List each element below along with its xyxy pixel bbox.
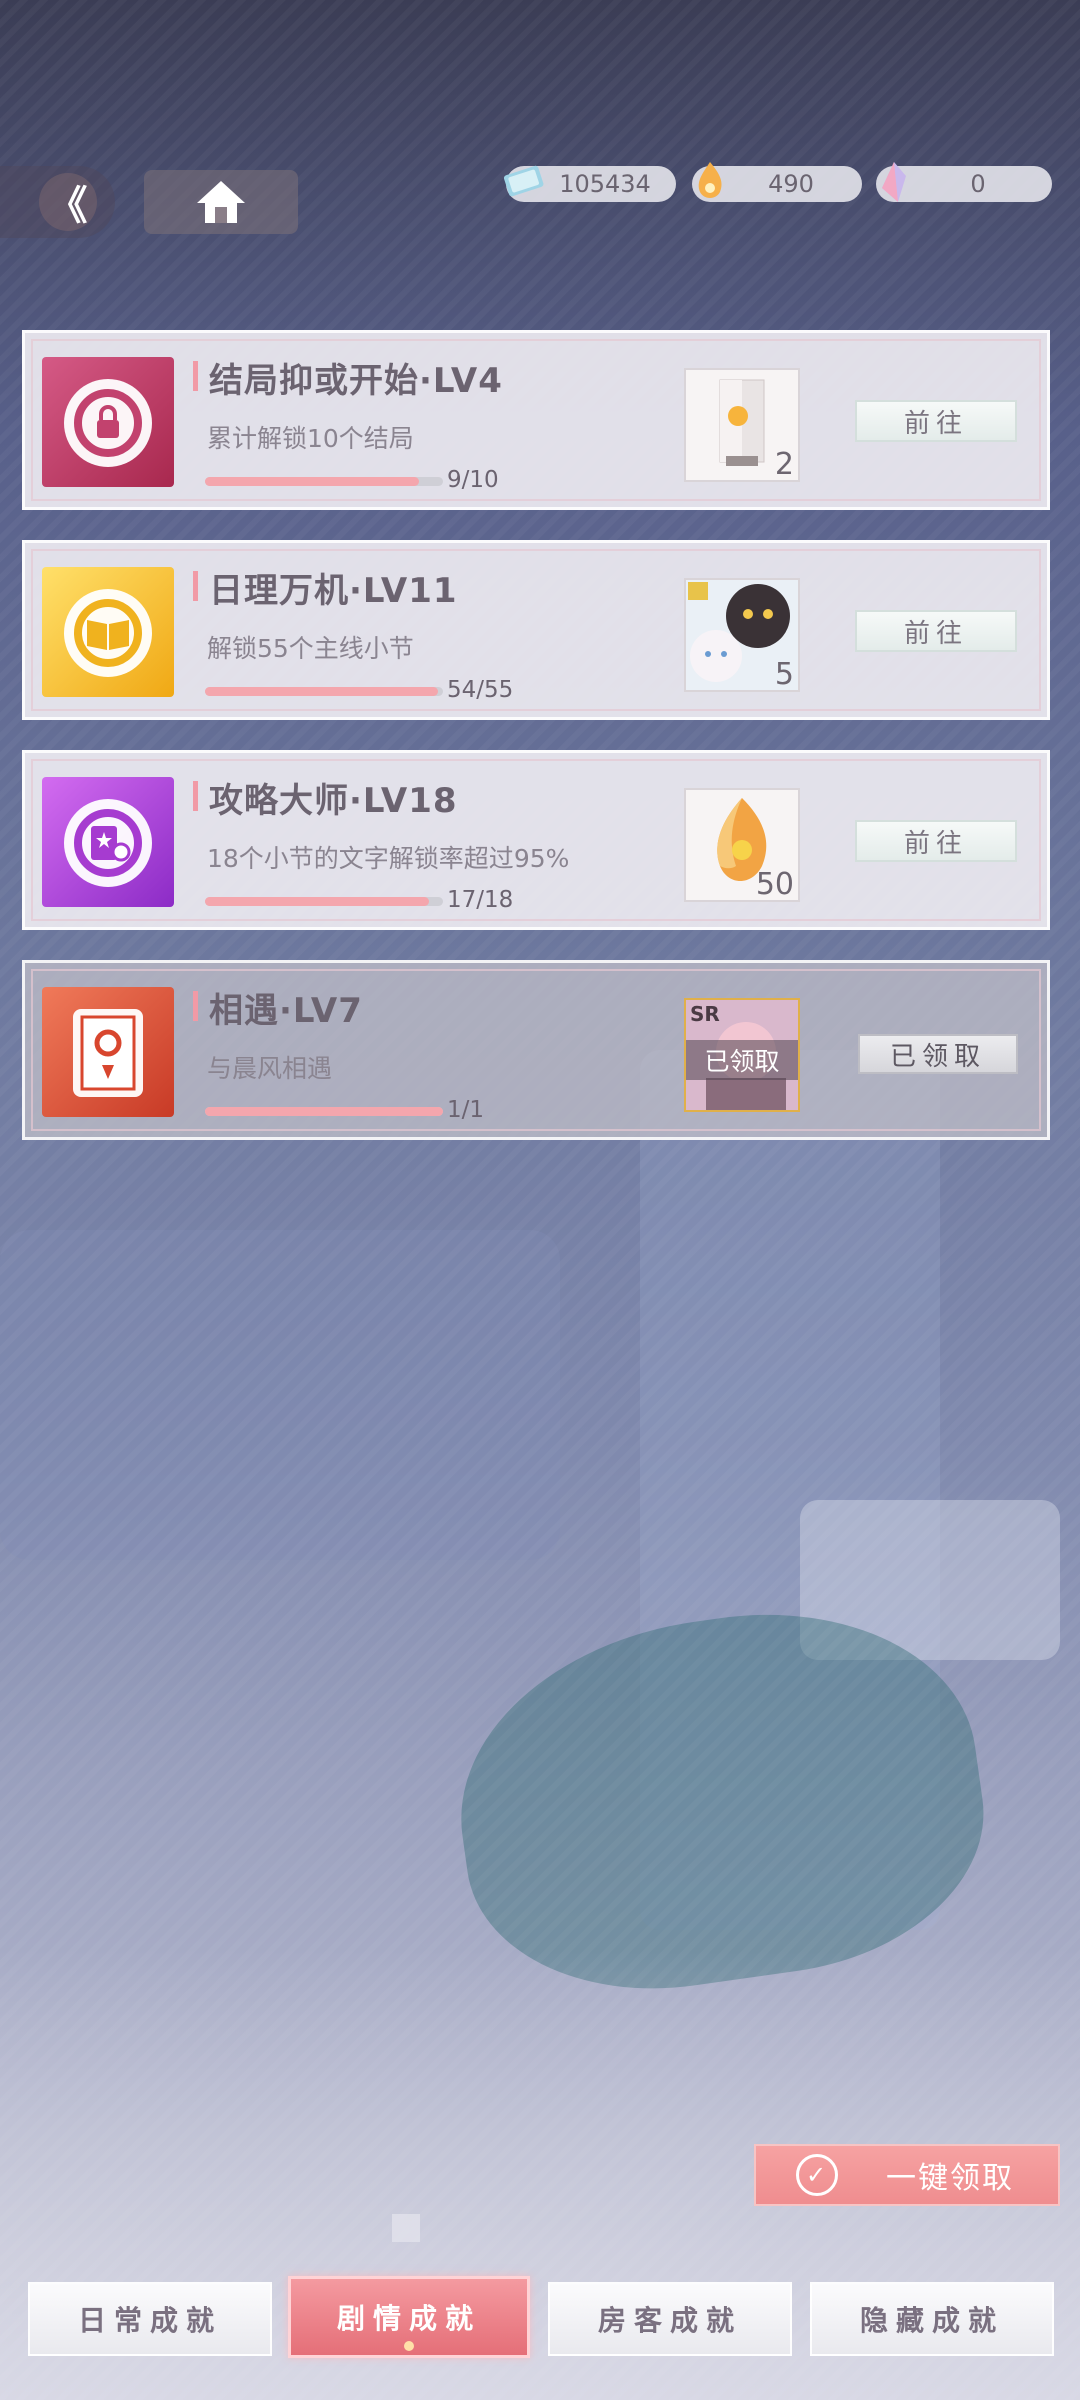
- back-button[interactable]: 《: [0, 166, 115, 238]
- spark-icon: [404, 2341, 414, 2351]
- progress-fill: [205, 687, 439, 696]
- currency-flame-gem[interactable]: 490: [692, 162, 862, 202]
- crystal-icon: [882, 162, 906, 202]
- achievement-card: 日理万机·LV11 解锁55个主线小节 54/55 5 前往: [22, 540, 1050, 720]
- reward-item[interactable]: 5: [684, 578, 800, 692]
- claimed-button: 已领取: [858, 1034, 1018, 1074]
- title-accent: [193, 781, 198, 811]
- progress-count: 54/55: [447, 677, 514, 703]
- achievement-desc: 解锁55个主线小节: [207, 634, 414, 663]
- progress-bar: [205, 477, 443, 486]
- achievement-desc: 与晨风相遇: [207, 1054, 333, 1083]
- reward-item[interactable]: 2: [684, 368, 800, 482]
- progress-count: 17/18: [447, 887, 514, 913]
- star-book-icon: [64, 799, 152, 887]
- go-button[interactable]: 前往: [855, 820, 1017, 862]
- progress-count: 9/10: [447, 467, 499, 493]
- achievement-card: 相遇·LV7 与晨风相遇 1/1 SR 已领取 已领取: [22, 960, 1050, 1140]
- home-button[interactable]: [144, 170, 298, 234]
- progress-fill: [205, 477, 420, 486]
- claimed-overlay: 已领取: [686, 1040, 798, 1080]
- reward-item[interactable]: 50: [684, 788, 800, 902]
- reward-quantity: 50: [755, 867, 794, 902]
- go-button[interactable]: 前往: [855, 610, 1017, 652]
- achievement-desc: 累计解锁10个结局: [207, 424, 414, 453]
- progress-bar: [205, 1107, 443, 1116]
- go-button[interactable]: 前往: [855, 400, 1017, 442]
- currency-ticket[interactable]: 105434: [503, 165, 676, 202]
- progress-count: 1/1: [447, 1097, 485, 1123]
- achievement-title: 相遇·LV7: [209, 991, 363, 1031]
- achievement-title: 结局抑或开始·LV4: [209, 361, 503, 401]
- tab-hidden[interactable]: 隐藏成就: [810, 2282, 1054, 2356]
- reward-quantity: 5: [774, 657, 794, 692]
- title-accent: [193, 571, 198, 601]
- title-accent: [193, 991, 198, 1021]
- tab-tenant[interactable]: 房客成就: [548, 2282, 792, 2356]
- claim-all-button[interactable]: ✓ 一键领取: [754, 2144, 1060, 2206]
- ticket-amount: 105434: [559, 170, 651, 198]
- achievement-badge: [42, 357, 174, 487]
- achievement-badge: [42, 987, 174, 1117]
- tab-story[interactable]: 剧情成就: [288, 2276, 530, 2358]
- flame-gem-icon: [698, 162, 722, 198]
- charm-icon: [73, 1009, 143, 1097]
- progress-fill: [205, 897, 429, 906]
- reward-item: SR 已领取: [684, 998, 800, 1112]
- home-icon: [197, 181, 245, 223]
- achievement-title: 日理万机·LV11: [209, 571, 458, 611]
- currency-crystal[interactable]: 0: [876, 162, 1052, 202]
- achievement-card: 结局抑或开始·LV4 累计解锁10个结局 9/10 2 前往: [22, 330, 1050, 510]
- achievement-badge: [42, 777, 174, 907]
- reward-rarity-tag: SR: [690, 1002, 720, 1026]
- achievement-card: 攻略大师·LV18 18个小节的文字解锁率超过95% 17/18 50 前往: [22, 750, 1050, 930]
- reward-quantity: 2: [774, 447, 794, 482]
- achievement-desc: 18个小节的文字解锁率超过95%: [207, 844, 570, 873]
- claim-all-label: 一键领取: [886, 2161, 1014, 2196]
- double-chevron-left-icon: 《: [38, 173, 97, 231]
- progress-bar: [205, 897, 443, 906]
- tab-daily[interactable]: 日常成就: [28, 2282, 272, 2356]
- ticket-icon: [503, 165, 544, 197]
- title-accent: [193, 361, 198, 391]
- progress-bar: [205, 687, 443, 696]
- flame-gem-amount: 490: [768, 170, 814, 198]
- progress-fill: [205, 1107, 443, 1116]
- lock-target-icon: [64, 379, 152, 467]
- check-circle-icon: ✓: [796, 2154, 838, 2196]
- achievement-title: 攻略大师·LV18: [209, 781, 458, 821]
- open-book-icon: [64, 589, 152, 677]
- achievement-badge: [42, 567, 174, 697]
- tab-story-label: 剧情成就: [336, 2302, 481, 2335]
- crystal-amount: 0: [970, 170, 986, 198]
- page-indicator: [392, 2214, 420, 2242]
